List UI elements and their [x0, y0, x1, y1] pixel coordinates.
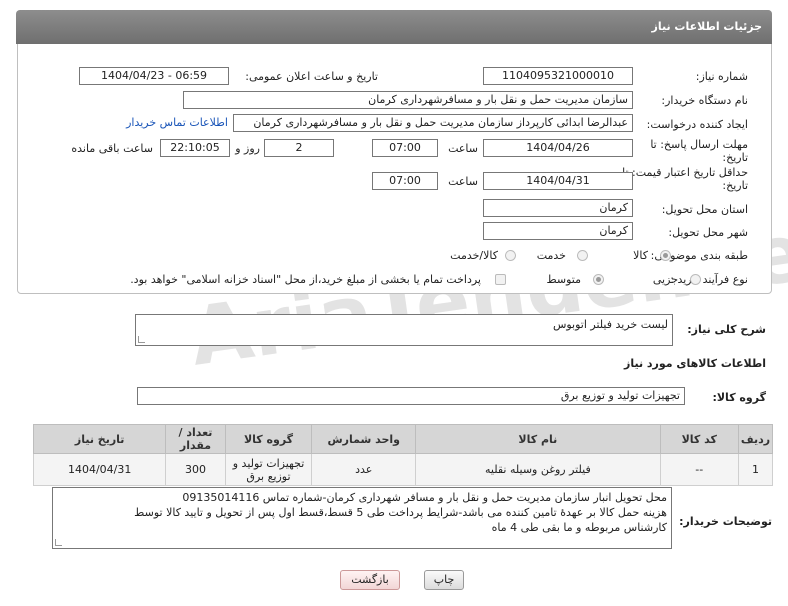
goods-table: ردیف کد کالا نام کالا واحد شمارش گروه کا…: [32, 424, 774, 486]
process-option-minor: جزیی: [652, 273, 678, 286]
description-textarea[interactable]: لیست خرید فیلتر اتوبوس: [135, 314, 673, 346]
category-radio-goods[interactable]: [660, 250, 671, 261]
buyer-notes-line2: هزینه حمل کالا بر عهدهٔ تامین کننده می ب…: [134, 506, 667, 519]
price-valid-time-label: ساعت: [448, 175, 478, 188]
buyer-notes-line3: کارشناس مربوطه و ما بقی طی 4 ماه: [491, 521, 667, 534]
deadline-date-field[interactable]: 1404/04/26: [483, 139, 633, 157]
category-option-service: خدمت: [536, 249, 566, 262]
goods-group-field[interactable]: تجهیزات تولید و توزیع برق: [137, 387, 685, 405]
description-label: شرح کلی نیاز:: [687, 323, 766, 336]
days-field[interactable]: 2: [264, 139, 334, 157]
cell-name: فیلتر روغن وسیله نقلیه: [415, 453, 661, 486]
process-label: نوع فرآیند خرید :: [670, 273, 748, 286]
cell-code: --: [659, 453, 739, 486]
category-option-goods: کالا: [633, 249, 648, 262]
resize-grip-icon[interactable]: [138, 336, 145, 343]
panel-title: جزئیات اطلاعات نیاز: [651, 20, 763, 33]
cell-date: 1404/04/31: [32, 453, 167, 486]
province-field[interactable]: کرمان: [483, 199, 633, 217]
col-name: نام کالا: [415, 424, 661, 454]
buyer-org-field[interactable]: سازمان مدیریت حمل و نقل بار و مسافرشهردا…: [183, 91, 633, 109]
col-group: گروه کالا: [224, 424, 313, 454]
process-radio-minor[interactable]: [690, 274, 701, 285]
goods-group-label: گروه کالا:: [712, 391, 766, 404]
col-date: تاریخ نیاز: [32, 424, 167, 454]
price-valid-date-field[interactable]: 1404/04/31: [483, 172, 633, 190]
col-unit: واحد شمارش: [311, 424, 417, 454]
buyer-contact-link[interactable]: اطلاعات تماس خریدار: [126, 116, 228, 129]
goods-section-title: اطلاعات کالاهای مورد نیاز: [624, 357, 766, 370]
announce-label: تاریخ و ساعت اعلان عمومی:: [245, 70, 378, 83]
province-label: استان محل تحویل:: [661, 203, 748, 216]
process-option-medium: متوسط: [546, 273, 581, 286]
city-field[interactable]: کرمان: [483, 222, 633, 240]
need-number-label: شماره نیاز:: [695, 70, 748, 83]
buyer-org-label: نام دستگاه خریدار:: [661, 94, 748, 107]
deadline-label: مهلت ارسال پاسخ: تا تاریخ:: [650, 138, 748, 164]
cell-qty: 300: [165, 453, 226, 486]
back-button[interactable]: بازگشت: [340, 570, 400, 590]
creator-field[interactable]: عبدالرضا ابدائی کارپرداز سازمان مدیریت ح…: [233, 114, 633, 132]
cell-row: 1: [737, 453, 774, 486]
resize-grip-icon[interactable]: [55, 539, 62, 546]
price-valid-time-field[interactable]: 07:00: [372, 172, 438, 190]
col-row: ردیف: [737, 424, 774, 454]
category-option-goods-service: کالا/خدمت: [450, 249, 498, 262]
table-row[interactable]: 1 -- فیلتر روغن وسیله نقلیه عدد تجهیزات …: [32, 453, 774, 486]
need-number-field[interactable]: 1104095321000010: [483, 67, 633, 85]
treasury-checkbox[interactable]: [495, 274, 506, 285]
cell-group: تجهیزات تولید و توزیع برق: [224, 453, 313, 486]
category-radio-goods-service[interactable]: [505, 250, 516, 261]
remaining-time-field[interactable]: 22:10:05: [160, 139, 230, 157]
process-radio-medium[interactable]: [593, 274, 604, 285]
buyer-notes-textarea[interactable]: محل تحویل انبار سازمان مدیریت حمل و نقل …: [52, 487, 672, 549]
panel-header: جزئیات اطلاعات نیاز: [16, 10, 772, 44]
buyer-notes-line1: محل تحویل انبار سازمان مدیریت حمل و نقل …: [182, 491, 667, 504]
col-qty: تعداد / مقدار: [165, 424, 226, 454]
goods-table-header: ردیف کد کالا نام کالا واحد شمارش گروه کا…: [32, 424, 774, 454]
remaining-label: ساعت باقی مانده: [71, 142, 153, 155]
deadline-time-label: ساعت: [448, 142, 478, 155]
category-radio-service[interactable]: [577, 250, 588, 261]
deadline-time-field[interactable]: 07:00: [372, 139, 438, 157]
col-code: کد کالا: [659, 424, 739, 454]
process-note: پرداخت تمام یا بخشی از مبلغ خرید،از محل …: [130, 273, 481, 286]
description-text: لیست خرید فیلتر اتوبوس: [552, 318, 668, 331]
creator-label: ایجاد کننده درخواست:: [646, 118, 748, 131]
announce-field[interactable]: 1404/04/23 - 06:59: [79, 67, 229, 85]
days-label: روز و: [235, 142, 260, 155]
city-label: شهر محل تحویل:: [668, 226, 748, 239]
print-button[interactable]: چاپ: [424, 570, 464, 590]
buyer-notes-label: توضیحات خریدار:: [679, 515, 772, 528]
cell-unit: عدد: [311, 453, 417, 486]
